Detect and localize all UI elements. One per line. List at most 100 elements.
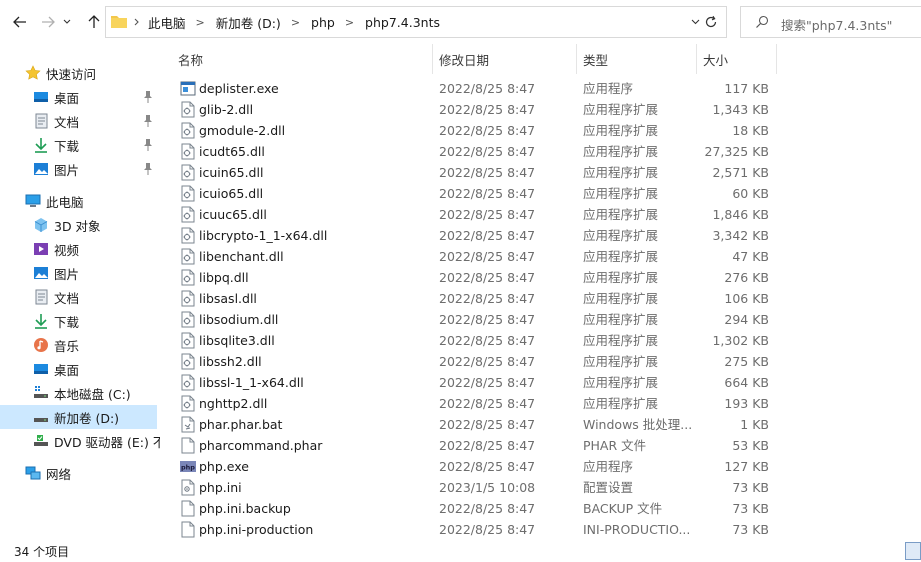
file-row[interactable]: phar.phar.bat 2022/8/25 8:47 Windows 批处理..… (160, 414, 921, 435)
pin-icon[interactable] (142, 162, 154, 176)
3d-objects-icon (34, 218, 48, 232)
breadcrumb-current-folder[interactable]: php7.4.3nts (365, 15, 440, 30)
file-date: 2022/8/25 8:47 (439, 123, 536, 138)
nav-desktop[interactable]: 桌面 (0, 357, 157, 381)
recent-locations-button[interactable] (60, 12, 74, 32)
search-input[interactable]: 搜索"php7.4.3nts" (781, 15, 892, 34)
nav-downloads[interactable]: 下载 (0, 309, 157, 333)
file-row[interactable]: deplister.exe 2022/8/25 8:47 应用程序 117 KB (160, 78, 921, 99)
file-row[interactable]: php php.exe 2022/8/25 8:47 应用程序 127 KB (160, 456, 921, 477)
file-list: 名称 修改日期 类型 大小 deplister.exe 2022/8/25 8:4… (160, 44, 921, 540)
network-icon (25, 466, 41, 480)
file-row[interactable]: icudt65.dll 2022/8/25 8:47 应用程序扩展 27,325 KB (160, 141, 921, 162)
file-row[interactable]: icuio65.dll 2022/8/25 8:47 应用程序扩展 60 KB (160, 183, 921, 204)
column-header-name[interactable]: 名称 (178, 44, 203, 74)
chevron-right-icon[interactable]: > (291, 16, 300, 29)
file-row[interactable]: glib-2.dll 2022/8/25 8:47 应用程序扩展 1,343 KB (160, 99, 921, 120)
file-name: libsqlite3.dll (199, 333, 275, 348)
file-row[interactable]: libsodium.dll 2022/8/25 8:47 应用程序扩展 294 KB (160, 309, 921, 330)
file-row[interactable]: icuuc65.dll 2022/8/25 8:47 应用程序扩展 1,846 KB (160, 204, 921, 225)
file-date: 2022/8/25 8:47 (439, 270, 536, 285)
breadcrumb-this-pc[interactable]: 此电脑 (148, 13, 186, 32)
file-date: 2022/8/25 8:47 (439, 333, 536, 348)
pin-icon[interactable] (142, 90, 154, 104)
nav-label: 文档 (54, 114, 80, 130)
pin-icon[interactable] (142, 138, 154, 152)
dll-file-icon (180, 164, 196, 181)
file-icon (180, 521, 196, 538)
file-row[interactable]: php.ini 2023/1/5 10:08 配置设置 73 KB (160, 477, 921, 498)
file-name: libssl-1_1-x64.dll (199, 375, 304, 390)
nav-network[interactable]: 网络 (0, 461, 157, 485)
back-button[interactable] (10, 12, 30, 32)
file-row[interactable]: libssh2.dll 2022/8/25 8:47 应用程序扩展 275 KB (160, 351, 921, 372)
column-header-size[interactable]: 大小 (703, 44, 728, 74)
nav-videos[interactable]: 视频 (0, 237, 157, 261)
nav-quick-documents[interactable]: 文档 (0, 109, 157, 133)
nav-this-pc[interactable]: 此电脑 (0, 189, 157, 213)
file-type: 应用程序扩展 (583, 207, 659, 222)
file-row[interactable]: php.ini-production 2022/8/25 8:47 INI-PROD… (160, 519, 921, 540)
nav-label: 新加卷 (D:) (54, 410, 120, 426)
file-row[interactable]: libcrypto-1_1-x64.dll 2022/8/25 8:47 应用程序扩… (160, 225, 921, 246)
file-size: 2,571 KB (712, 165, 769, 180)
file-size: 294 KB (724, 312, 769, 327)
column-divider[interactable] (696, 44, 697, 74)
nav-drive-d[interactable]: 新加卷 (D:) (0, 405, 157, 429)
nav-label: 快速访问 (46, 66, 97, 82)
search-box[interactable]: 搜索"php7.4.3nts" (740, 6, 921, 38)
nav-quick-access[interactable]: 快速访问 (0, 61, 157, 85)
nav-quick-pictures[interactable]: 图片 (0, 157, 157, 181)
file-date: 2022/8/25 8:47 (439, 375, 536, 390)
nav-label: 3D 对象 (54, 218, 101, 234)
forward-button[interactable] (38, 12, 58, 32)
nav-3d-objects[interactable]: 3D 对象 (0, 213, 157, 237)
file-size: 664 KB (724, 375, 769, 390)
chevron-right-icon[interactable]: > (196, 16, 205, 29)
file-size: 193 KB (724, 396, 769, 411)
nav-pictures[interactable]: 图片 (0, 261, 157, 285)
column-header-type[interactable]: 类型 (583, 44, 608, 74)
nav-quick-downloads[interactable]: 下载 (0, 133, 157, 157)
chevron-right-icon[interactable]: > (345, 16, 354, 29)
file-date: 2022/8/25 8:47 (439, 228, 536, 243)
file-row[interactable]: libsqlite3.dll 2022/8/25 8:47 应用程序扩展 1,302 … (160, 330, 921, 351)
breadcrumb-drive-d[interactable]: 新加卷 (D:) (216, 13, 281, 32)
nav-dvd-drive-e[interactable]: DVD 驱动器 (E:) 不 (0, 429, 160, 453)
file-row[interactable]: libsasl.dll 2022/8/25 8:47 应用程序扩展 106 KB (160, 288, 921, 309)
column-header-date[interactable]: 修改日期 (439, 44, 489, 74)
file-type: 应用程序扩展 (583, 144, 659, 159)
file-row[interactable]: php.ini.backup 2022/8/25 8:47 BACKUP 文件 73 … (160, 498, 921, 519)
file-row[interactable]: pharcommand.phar 2022/8/25 8:47 PHAR 文件 53 … (160, 435, 921, 456)
nav-local-disk-c[interactable]: 本地磁盘 (C:) (0, 381, 157, 405)
column-divider[interactable] (432, 44, 433, 74)
arrow-left-icon (13, 16, 26, 28)
details-view-button[interactable] (905, 542, 921, 560)
file-size: 1 KB (740, 417, 769, 432)
file-name: phar.phar.bat (199, 417, 283, 432)
up-button[interactable] (84, 12, 104, 32)
pin-icon[interactable] (142, 114, 154, 128)
file-row[interactable]: libpq.dll 2022/8/25 8:47 应用程序扩展 276 KB (160, 267, 921, 288)
nav-quick-desktop[interactable]: 桌面 (0, 85, 157, 109)
nav-documents[interactable]: 文档 (0, 285, 157, 309)
file-date: 2022/8/25 8:47 (439, 501, 536, 516)
file-icon (180, 500, 196, 517)
file-type: 应用程序扩展 (583, 123, 659, 138)
address-box[interactable]: 此电脑 > 新加卷 (D:) > php > php7.4.3nts (105, 6, 727, 38)
file-row[interactable]: nghttp2.dll 2022/8/25 8:47 应用程序扩展 193 KB (160, 393, 921, 414)
nav-music[interactable]: 音乐 (0, 333, 157, 357)
chevron-right-icon (134, 18, 139, 26)
column-divider[interactable] (576, 44, 577, 74)
file-row[interactable]: libssl-1_1-x64.dll 2022/8/25 8:47 应用程序扩展 66… (160, 372, 921, 393)
file-row[interactable]: gmodule-2.dll 2022/8/25 8:47 应用程序扩展 18 KB (160, 120, 921, 141)
column-divider[interactable] (776, 44, 777, 74)
breadcrumb-php[interactable]: php (311, 15, 335, 30)
nav-label: 此电脑 (46, 194, 84, 210)
file-row[interactable]: icuin65.dll 2022/8/25 8:47 应用程序扩展 2,571 KB (160, 162, 921, 183)
refresh-button[interactable] (695, 6, 727, 38)
file-row[interactable]: libenchant.dll 2022/8/25 8:47 应用程序扩展 47 KB (160, 246, 921, 267)
file-date: 2022/8/25 8:47 (439, 144, 536, 159)
file-type: 配置设置 (583, 480, 634, 495)
nav-label: DVD 驱动器 (E:) 不 (54, 434, 160, 450)
